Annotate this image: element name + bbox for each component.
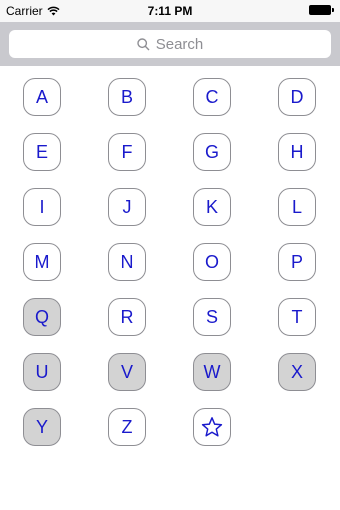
letter-label: Y [35,416,48,437]
letter-label: O [204,251,219,272]
battery-icon [309,5,334,15]
letter-label: S [205,306,218,327]
letter-button-n[interactable]: N [108,243,146,281]
letter-button-a[interactable]: A [23,78,61,116]
letter-label: Q [34,306,49,327]
letter-button-k[interactable]: K [193,188,231,226]
letter-label: J [122,196,132,217]
letter-button-c[interactable]: C [193,78,231,116]
letter-button-j[interactable]: J [108,188,146,226]
letter-label: A [35,86,48,107]
letter-label: X [290,361,303,382]
letter-button-b[interactable]: B [108,78,146,116]
letter-label: L [291,196,302,217]
letter-button-w[interactable]: W [193,353,231,391]
letter-label: R [120,306,134,327]
letter-button-r[interactable]: R [108,298,146,336]
letter-label: Z [121,416,133,437]
letter-label: P [290,251,303,272]
search-input[interactable]: Search [9,30,331,58]
letter-button-t[interactable]: T [278,298,316,336]
letter-button-s[interactable]: S [193,298,231,336]
status-bar: Carrier 7:11 PM [0,0,340,22]
letter-label: N [120,251,134,272]
letter-label: B [120,86,133,107]
letter-button-y[interactable]: Y [23,408,61,446]
letter-button-i[interactable]: I [23,188,61,226]
letter-button-f[interactable]: F [108,133,146,171]
letter-button-p[interactable]: P [278,243,316,281]
letter-button-d[interactable]: D [278,78,316,116]
letter-label: G [204,141,219,162]
letter-label: K [205,196,218,217]
letter-label: C [205,86,219,107]
letter-label: H [290,141,304,162]
search-bar: Search [0,22,340,66]
letter-label: W [203,361,221,382]
letter-button-z[interactable]: Z [108,408,146,446]
letter-label: M [34,251,50,272]
letter-button-h[interactable]: H [278,133,316,171]
letter-button-q[interactable]: Q [23,298,61,336]
letter-label: D [290,86,304,107]
letter-button-l[interactable]: L [278,188,316,226]
letter-button-v[interactable]: V [108,353,146,391]
favorites-button[interactable] [193,408,231,446]
star-icon [201,417,223,437]
letter-button-g[interactable]: G [193,133,231,171]
letter-button-e[interactable]: E [23,133,61,171]
search-placeholder: Search [155,35,204,53]
letter-button-m[interactable]: M [23,243,61,281]
letter-button-u[interactable]: U [23,353,61,391]
status-time: 7:11 PM [147,4,193,18]
search-icon [137,37,150,50]
letter-label: I [39,196,45,217]
letter-label: V [120,361,133,382]
letter-button-x[interactable]: X [278,353,316,391]
letter-label: U [35,361,49,382]
letter-label: E [35,141,48,162]
letter-button-o[interactable]: O [193,243,231,281]
letter-label: T [291,306,303,327]
letter-label: F [121,141,133,162]
